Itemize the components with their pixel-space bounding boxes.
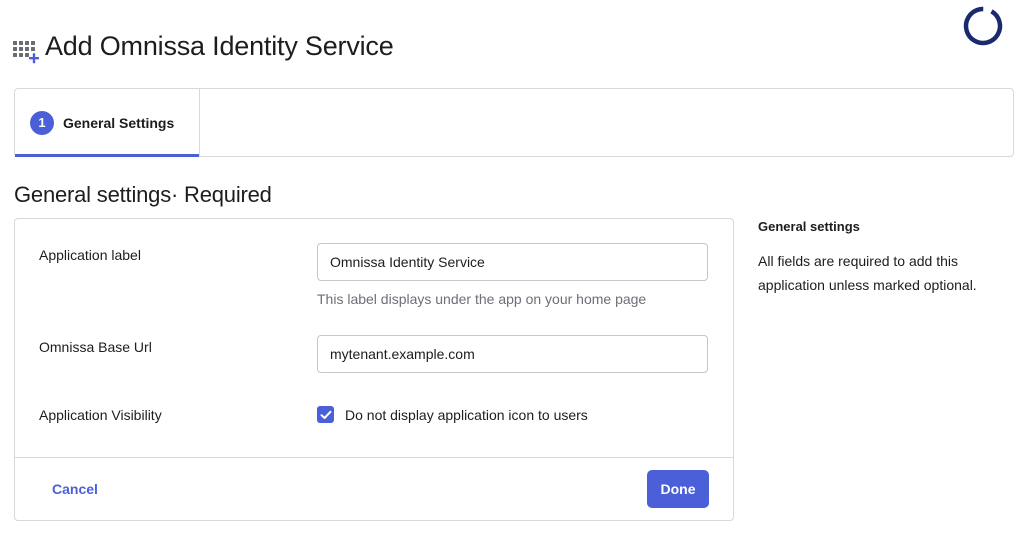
side-panel-text: All fields are required to add this appl… (758, 253, 977, 293)
page-title: Add Omnissa Identity Service (45, 31, 394, 61)
application-label-field-label: Application label (39, 247, 141, 263)
side-panel-title: General settings (758, 219, 860, 234)
section-title: General settings· Required (14, 182, 272, 207)
step-general-settings[interactable]: 1 General Settings (15, 89, 200, 157)
step-number-badge: 1 (30, 110, 54, 135)
base-url-input[interactable] (317, 335, 708, 373)
step-label: General Settings (63, 114, 175, 131)
app-grid-add-icon (13, 41, 39, 64)
omnissa-logo (963, 6, 1003, 46)
page: Add Omnissa Identity Service 1 General S… (0, 0, 1019, 534)
cancel-button[interactable]: Cancel (37, 471, 113, 507)
checkmark-icon (320, 410, 331, 419)
application-label-help-text: This label displays under the app on you… (317, 291, 647, 307)
hide-app-icon-checkbox[interactable] (317, 406, 334, 423)
base-url-field-label: Omnissa Base Url (39, 339, 152, 355)
form-footer-divider (15, 457, 733, 458)
visibility-field-label: Application Visibility (39, 407, 162, 423)
hide-app-icon-checkbox-label[interactable]: Do not display application icon to users (345, 407, 588, 423)
wizard-stepper: 1 General Settings (14, 88, 1014, 157)
general-settings-form: Application label This label displays un… (14, 218, 734, 521)
done-button[interactable]: Done (647, 470, 709, 508)
application-label-input[interactable] (317, 243, 708, 281)
